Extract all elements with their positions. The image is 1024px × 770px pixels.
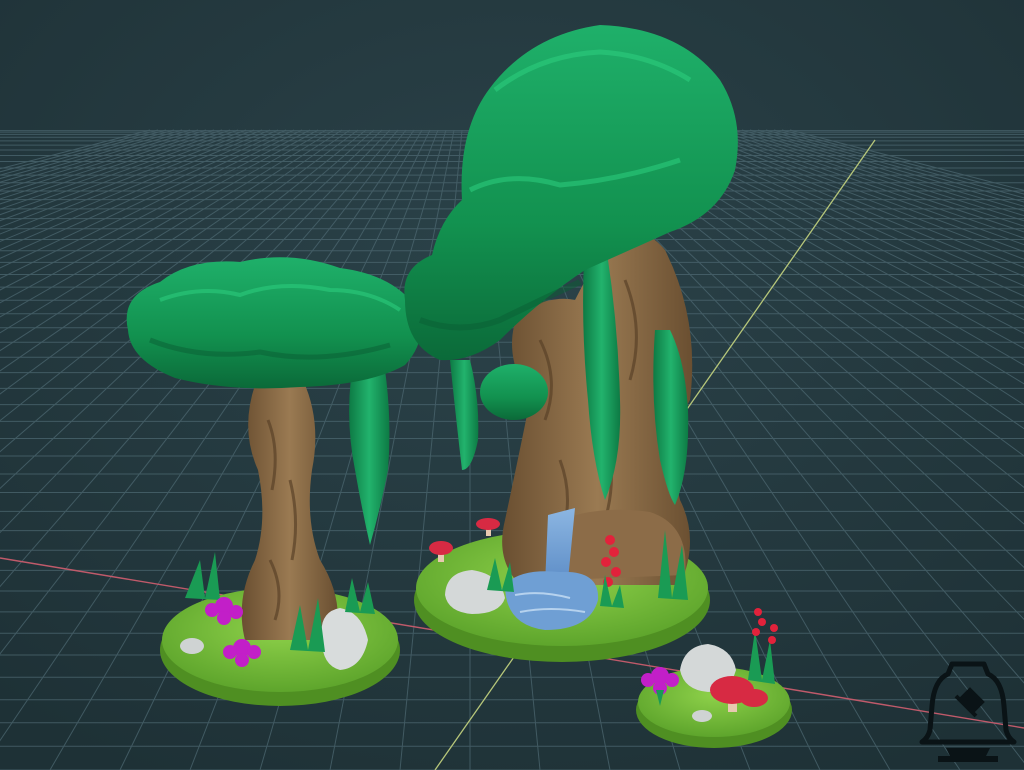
bell-hammer-anvil-icon (919, 661, 1017, 762)
hanging-bulb (480, 364, 548, 420)
3d-viewport[interactable] (0, 0, 1024, 770)
